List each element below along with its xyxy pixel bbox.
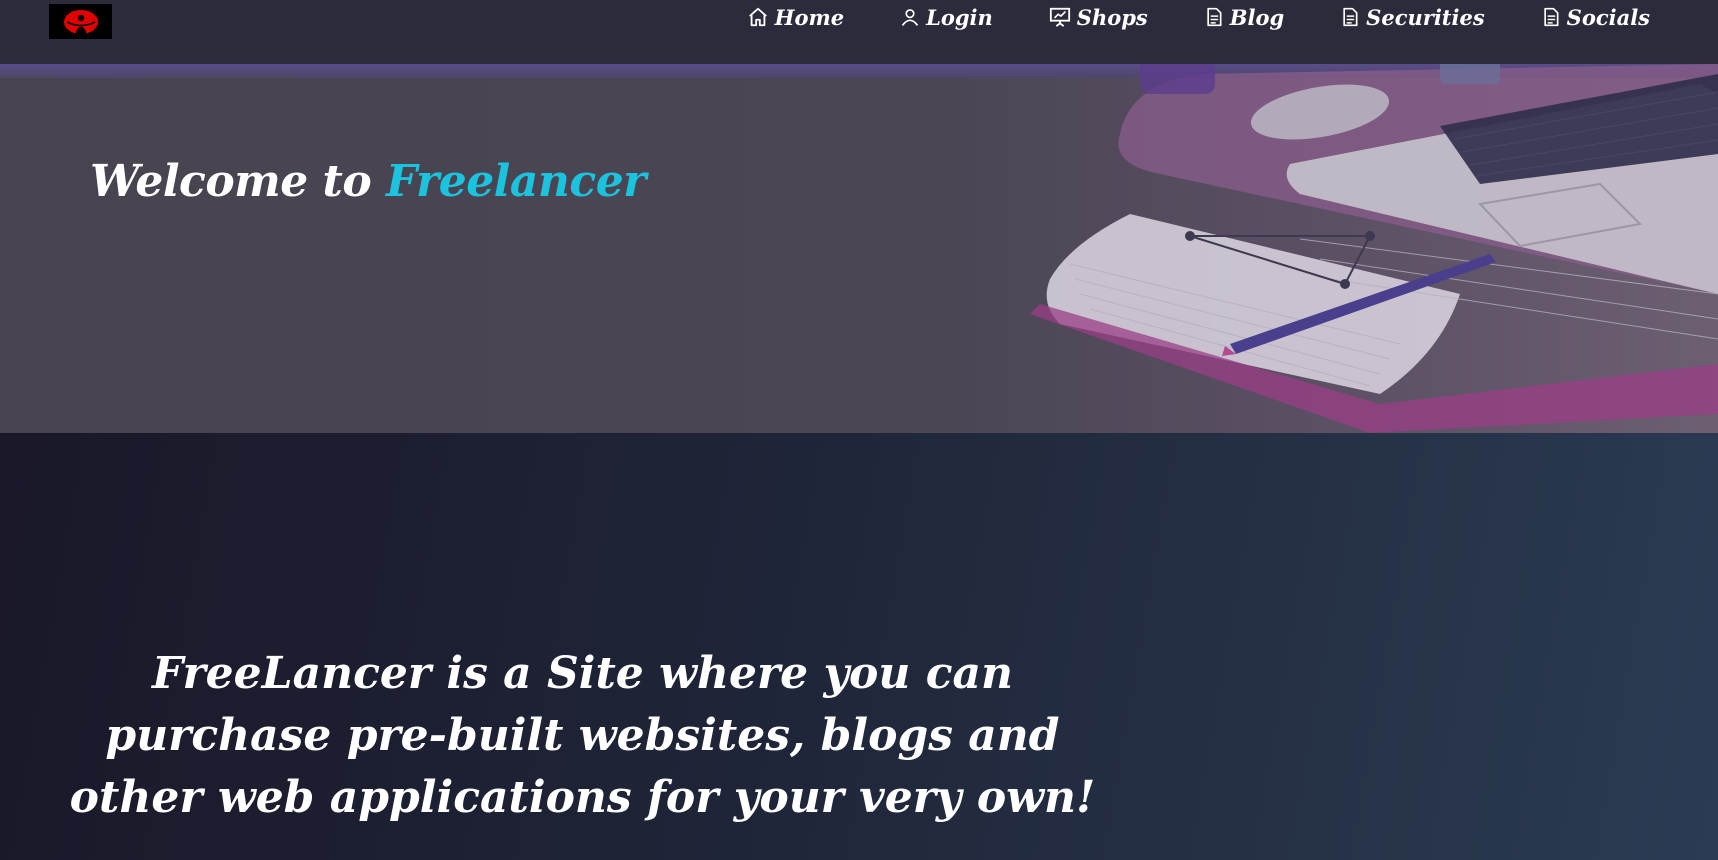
nav-shops-label: Shops xyxy=(1076,4,1148,30)
nav-home-link[interactable]: Home xyxy=(747,5,844,30)
hero-title: Welcome to Freelancer xyxy=(90,156,646,207)
hero-title-accent: Freelancer xyxy=(386,156,646,207)
nav-blog-link[interactable]: Blog xyxy=(1204,5,1284,30)
document-icon xyxy=(1207,7,1222,27)
nav-home-label: Home xyxy=(774,4,845,30)
nav-blog-label: Blog xyxy=(1229,4,1285,30)
document-icon xyxy=(1343,7,1358,27)
hero-banner: Welcome to Freelancer xyxy=(0,64,1718,433)
nav-socials-link[interactable]: Socials xyxy=(1541,5,1650,30)
document-icon xyxy=(1543,7,1559,27)
navbar: Home Login Shops Blog Securities Socials xyxy=(0,0,1718,64)
nav-securities-link[interactable]: Securities xyxy=(1340,4,1485,30)
nav-securities-label: Securities xyxy=(1366,4,1485,30)
user-icon xyxy=(901,9,919,26)
nav-login-label: Login xyxy=(926,4,993,30)
intro-section: FreeLancer is a Site where you can purch… xyxy=(0,433,1718,860)
desk-illustration xyxy=(1030,64,1718,433)
hero-title-prefix: Welcome to xyxy=(90,156,387,207)
presentation-icon xyxy=(1049,7,1070,27)
home-icon xyxy=(748,7,767,27)
logo-emblem-icon xyxy=(63,9,98,34)
nav-shops-link[interactable]: Shops xyxy=(1049,5,1148,30)
nav-login-link[interactable]: Login xyxy=(900,5,993,30)
main-navigation: Home Login Shops Blog Securities Socials xyxy=(691,0,1650,34)
nav-socials-label: Socials xyxy=(1566,4,1650,30)
site-logo[interactable] xyxy=(49,4,112,39)
intro-tagline: FreeLancer is a Site where you can purch… xyxy=(69,648,1096,823)
